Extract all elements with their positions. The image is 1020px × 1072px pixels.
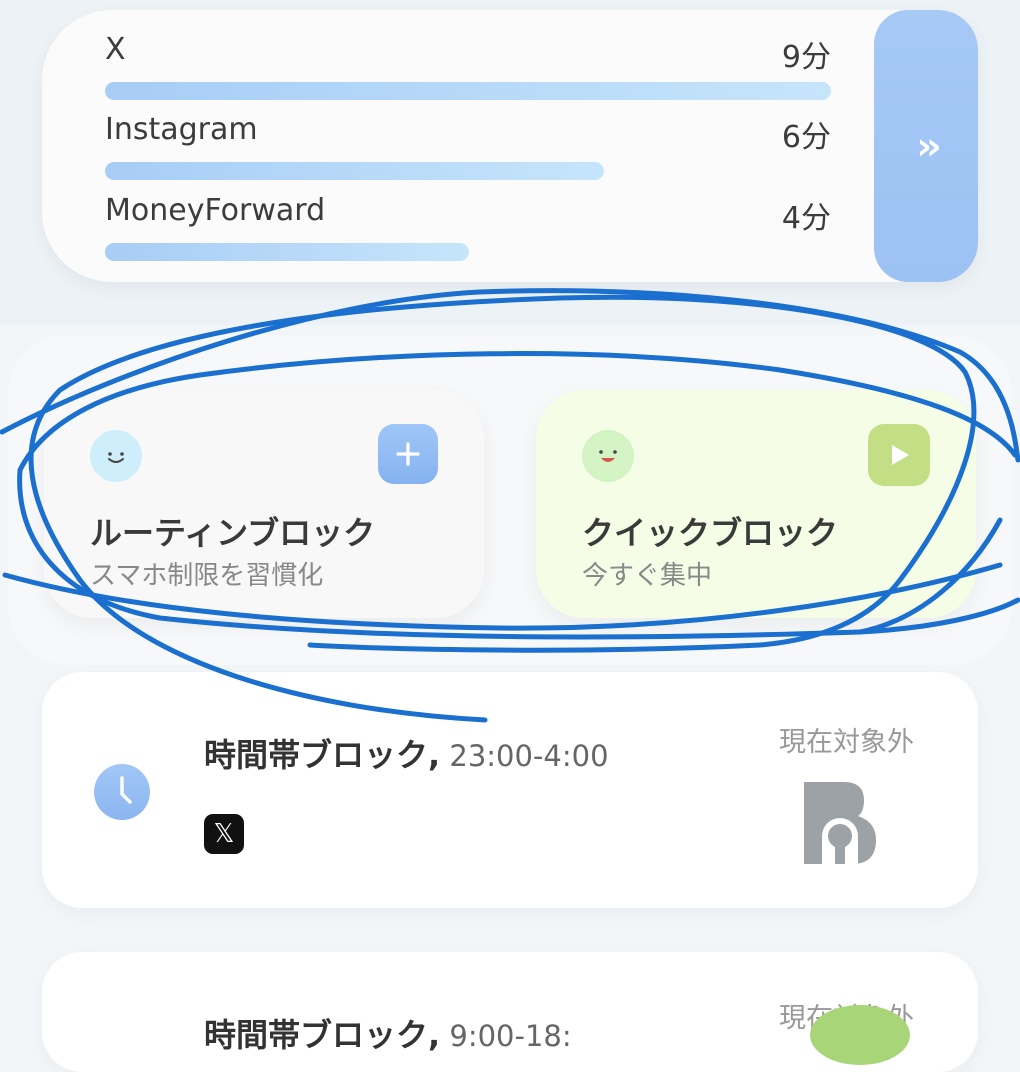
schedule-time-range: 23:00-4:00 <box>440 739 609 773</box>
usage-app-time: 4分 <box>781 201 831 236</box>
schedule-card[interactable]: 時間帯ブロック, 23:00-4:00 𝕏 現在対象外 <box>42 672 978 908</box>
routine-block-title: ルーティンブロック <box>90 514 376 552</box>
usage-app-time: 6分 <box>781 120 831 155</box>
usage-bar <box>105 162 605 180</box>
start-quick-block-button[interactable] <box>868 424 930 486</box>
floating-action-button[interactable] <box>810 1005 910 1065</box>
laughing-face-icon <box>582 430 634 482</box>
quick-block-title: クイックブロック <box>582 514 839 552</box>
usage-app-time: 9分 <box>781 40 831 75</box>
usage-app-name: Instagram <box>105 112 258 147</box>
usage-app-name: X <box>105 32 126 67</box>
quick-block-card[interactable]: クイックブロック 今すぐ集中 <box>536 390 976 618</box>
schedule-title: 時間帯ブロック, 23:00-4:00 <box>204 730 609 776</box>
schedule-time-range: 9:00-18: <box>440 1019 572 1053</box>
usage-row-moneyforward: MoneyForward 4分 <box>105 193 831 261</box>
usage-card: X 9分 Instagram 6分 MoneyForward 4分 ›› <box>42 10 978 282</box>
x-app-icon: 𝕏 <box>204 814 244 854</box>
schedule-title-label: 時間帯ブロック, <box>204 1016 441 1054</box>
status-label: 現在対象外 <box>779 727 914 758</box>
smile-face-icon <box>90 430 142 482</box>
usage-row-x: X 9分 <box>105 32 831 100</box>
clock-icon <box>94 764 150 820</box>
usage-row-instagram: Instagram 6分 <box>105 112 831 180</box>
play-icon <box>892 445 909 465</box>
routine-block-card[interactable]: ルーティンブロック スマホ制限を習慣化 <box>44 390 484 618</box>
plus-icon <box>396 442 420 466</box>
lock-icon <box>800 778 880 866</box>
usage-more-button[interactable]: ›› <box>874 10 978 282</box>
schedule-title-label: 時間帯ブロック, <box>204 736 441 774</box>
schedule-title: 時間帯ブロック, 9:00-18: <box>204 1010 572 1056</box>
add-routine-button[interactable] <box>378 424 438 484</box>
routine-block-subtitle: スマホ制限を習慣化 <box>90 561 324 591</box>
quick-block-subtitle: 今すぐ集中 <box>582 561 713 591</box>
double-chevron-right-icon: ›› <box>916 124 941 168</box>
usage-bar <box>105 82 831 100</box>
usage-bar <box>105 243 469 261</box>
usage-app-name: MoneyForward <box>105 193 326 228</box>
